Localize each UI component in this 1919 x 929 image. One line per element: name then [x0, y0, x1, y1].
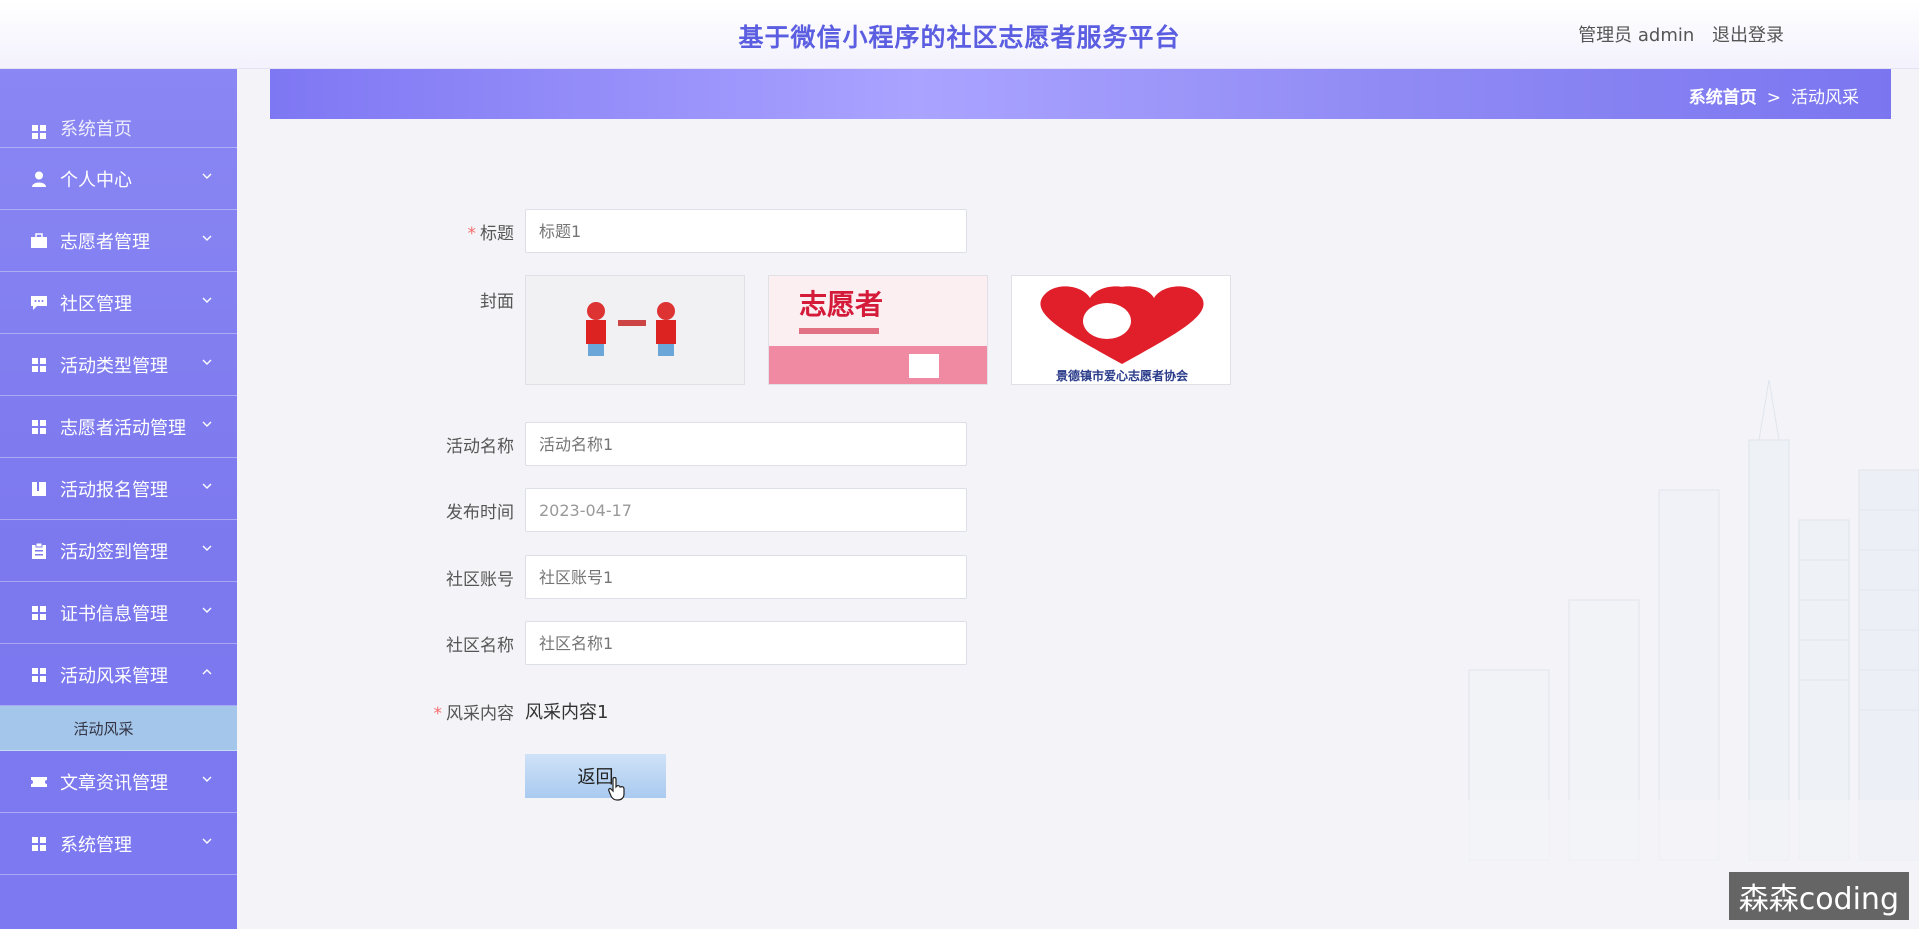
publish-time-field[interactable] — [525, 488, 967, 532]
back-button[interactable]: 返回 — [525, 754, 666, 798]
grid-icon — [30, 835, 48, 853]
cover-image-volunteers[interactable] — [525, 275, 745, 385]
grid-icon — [30, 356, 48, 374]
user-icon — [30, 170, 48, 188]
publish-time-label: 发布时间 — [446, 503, 514, 523]
chevron-down-icon — [202, 776, 212, 782]
sidebar-item-label: 文章资讯管理 — [60, 772, 168, 794]
chevron-down-icon — [202, 421, 212, 427]
grid-icon — [30, 123, 48, 141]
sidebar-item-label: 活动签到管理 — [60, 541, 168, 563]
chevron-down-icon — [202, 545, 212, 551]
breadcrumb-current: 活动风采 — [1791, 88, 1859, 108]
required-asterisk: * — [467, 224, 477, 244]
chevron-down-icon — [202, 235, 212, 241]
sidebar-item-registrations[interactable]: 活动报名管理 — [0, 458, 237, 520]
chevron-down-icon — [202, 359, 212, 365]
sidebar-item-label: 志愿者活动管理 — [60, 417, 186, 439]
clipboard-icon — [30, 542, 48, 560]
community-name-field[interactable] — [525, 621, 967, 665]
sidebar-item-community[interactable]: 社区管理 — [0, 272, 237, 334]
cover-logo-caption: 景德镇市爱心志愿者协会 — [1056, 368, 1189, 383]
grid-icon — [30, 666, 48, 684]
chevron-down-icon — [202, 483, 212, 489]
chevron-down-icon — [202, 297, 212, 303]
sidebar-item-home[interactable]: 系统首页 — [0, 69, 237, 148]
sidebar-item-articles[interactable]: 文章资讯管理 — [0, 751, 237, 813]
content-label: * 风采内容 — [433, 704, 515, 724]
title-field[interactable] — [525, 209, 967, 253]
top-header: 基于微信小程序的社区志愿者服务平台 管理员 admin 退出登录 — [0, 0, 1919, 69]
chevron-up-icon — [202, 668, 212, 674]
sidebar-item-label: 活动报名管理 — [60, 479, 168, 501]
briefcase-icon — [30, 232, 48, 250]
activity-name-field[interactable] — [525, 422, 967, 466]
logout-link[interactable]: 退出登录 — [1712, 25, 1784, 46]
sidebar: 系统首页 个人中心 志愿者管理 社区管理 活动类型管理 志愿者活动管理 活动报名… — [0, 69, 237, 929]
breadcrumb: 系统首页 > 活动风采 — [1689, 83, 1859, 108]
community-account-label: 社区账号 — [446, 570, 514, 590]
sidebar-item-profile[interactable]: 个人中心 — [0, 148, 237, 210]
community-name-label: 社区名称 — [446, 636, 514, 656]
sidebar-item-label: 活动风采管理 — [60, 665, 168, 687]
user-area: 管理员 admin 退出登录 — [1578, 21, 1784, 47]
cover-label: 封面 — [480, 292, 514, 312]
grid-icon — [30, 604, 48, 622]
sidebar-item-checkins[interactable]: 活动签到管理 — [0, 520, 237, 582]
sidebar-item-label: 活动类型管理 — [60, 355, 168, 377]
sidebar-item-label: 社区管理 — [60, 293, 132, 315]
activity-name-label: 活动名称 — [446, 437, 514, 457]
breadcrumb-home-link[interactable]: 系统首页 — [1689, 88, 1757, 108]
user-label: 管理员 admin — [1578, 25, 1695, 46]
sidebar-item-system[interactable]: 系统管理 — [0, 813, 237, 875]
cover-poster-title: 志愿者 — [799, 288, 883, 321]
sidebar-item-label: 个人中心 — [60, 169, 132, 191]
sidebar-item-volunteer-activities[interactable]: 志愿者活动管理 — [0, 396, 237, 458]
watermark: 森森coding — [1728, 872, 1909, 920]
required-asterisk: * — [433, 704, 443, 724]
breadcrumb-separator: > — [1766, 88, 1781, 108]
chevron-down-icon — [202, 607, 212, 613]
sidebar-subitem-showcase[interactable]: 活动风采 — [0, 706, 237, 751]
sidebar-item-activity-showcase[interactable]: 活动风采管理 — [0, 644, 237, 706]
sidebar-item-label: 系统管理 — [60, 834, 132, 856]
ticket-icon — [30, 773, 48, 791]
cover-image-poster[interactable]: 志愿者 — [768, 275, 988, 385]
grid-icon — [30, 418, 48, 436]
sidebar-item-certificates[interactable]: 证书信息管理 — [0, 582, 237, 644]
sidebar-item-label: 系统首页 — [60, 119, 132, 140]
chevron-down-icon — [202, 173, 212, 179]
content-value: 风采内容1 — [525, 702, 609, 723]
cover-image-logo[interactable]: 景德镇市爱心志愿者协会 — [1011, 275, 1231, 385]
chevron-down-icon — [202, 838, 212, 844]
sidebar-item-label: 证书信息管理 — [60, 603, 168, 625]
community-account-field[interactable] — [525, 555, 967, 599]
title-label: * 标题 — [467, 224, 515, 244]
sidebar-item-activity-types[interactable]: 活动类型管理 — [0, 334, 237, 396]
sidebar-item-label: 志愿者管理 — [60, 231, 150, 253]
chat-icon — [30, 294, 48, 312]
sidebar-item-volunteers[interactable]: 志愿者管理 — [0, 210, 237, 272]
hand-cursor-icon — [608, 777, 625, 801]
book-icon — [30, 480, 48, 498]
breadcrumb-bar: 系统首页 > 活动风采 — [270, 69, 1891, 119]
city-background-image — [1319, 379, 1919, 929]
